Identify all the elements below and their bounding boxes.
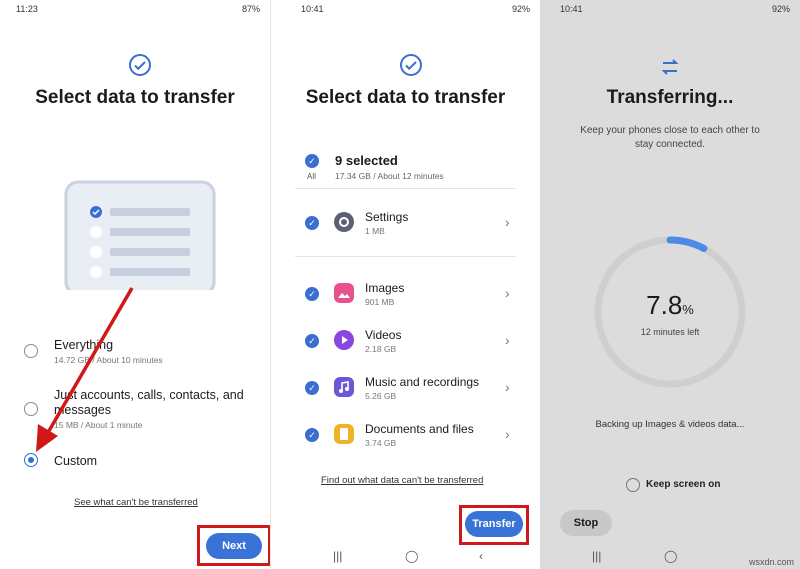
- videos-label[interactable]: Videos: [365, 328, 401, 342]
- transfer-illustration: [64, 180, 216, 296]
- videos-size: 2.18 GB: [365, 344, 397, 354]
- images-icon: [334, 283, 354, 303]
- keep-close-line-1: Keep your phones close to each other to: [580, 125, 760, 136]
- time-left: 12 minutes left: [640, 327, 700, 337]
- status-bar: 10:41 92%: [540, 3, 800, 17]
- document-icon: [334, 424, 354, 444]
- progress-percent-sign: %: [682, 302, 694, 317]
- chevron-right-icon[interactable]: ›: [505, 285, 510, 301]
- chevron-right-icon[interactable]: ›: [505, 332, 510, 348]
- settings-size: 1 MB: [365, 226, 385, 236]
- backing-up-status: Backing up Images & videos data...: [595, 419, 745, 430]
- documents-checkbox[interactable]: ✓: [305, 428, 319, 442]
- battery-level: 87%: [241, 4, 260, 14]
- images-checkbox[interactable]: ✓: [305, 287, 319, 301]
- transfer-arrows-icon: [658, 55, 682, 79]
- music-note-icon: [334, 377, 354, 397]
- recents-nav-icon[interactable]: |||: [592, 549, 601, 563]
- option-custom-label[interactable]: Custom: [54, 454, 97, 468]
- documents-label[interactable]: Documents and files: [365, 422, 474, 436]
- divider: [295, 188, 516, 189]
- chevron-right-icon[interactable]: ›: [505, 426, 510, 442]
- music-label[interactable]: Music and recordings: [365, 375, 479, 389]
- home-nav-icon[interactable]: ◯: [405, 549, 418, 563]
- chevron-right-icon[interactable]: ›: [505, 214, 510, 230]
- battery-level: 92%: [771, 4, 790, 14]
- status-time: 10:41: [560, 4, 583, 14]
- status-bar: 11:23 87%: [0, 3, 270, 17]
- documents-size: 3.74 GB: [365, 438, 397, 448]
- images-label[interactable]: Images: [365, 281, 404, 295]
- page-title: Select data to transfer: [35, 87, 235, 108]
- stop-button[interactable]: Stop: [560, 510, 612, 536]
- keep-screen-on-toggle[interactable]: [626, 478, 640, 492]
- music-checkbox[interactable]: ✓: [305, 381, 319, 395]
- screen-select-data-categories: 10:41 92% Select data to transfer ✓ All …: [270, 0, 540, 569]
- settings-gear-icon: [334, 212, 354, 232]
- check-circle-icon: [128, 53, 152, 77]
- page-title: Select data to transfer: [305, 87, 506, 108]
- settings-label[interactable]: Settings: [365, 210, 408, 224]
- status-bar: 10:41 92%: [271, 3, 540, 17]
- recents-nav-icon[interactable]: |||: [333, 549, 342, 563]
- keep-close-line-2: stay connected.: [634, 139, 706, 150]
- find-out-cant-transfer-link[interactable]: Find out what data can't be transferred: [321, 475, 483, 486]
- status-time: 10:41: [301, 4, 324, 14]
- videos-checkbox[interactable]: ✓: [305, 334, 319, 348]
- keep-close-message: Keep your phones close to each other to …: [540, 124, 800, 152]
- back-nav-icon[interactable]: ‹: [479, 549, 483, 563]
- status-time: 11:23: [16, 4, 38, 14]
- next-button[interactable]: Next: [206, 533, 262, 559]
- keep-screen-on-label[interactable]: Keep screen on: [646, 479, 720, 490]
- selected-count: 9 selected: [335, 153, 398, 168]
- radio-custom[interactable]: [24, 453, 38, 467]
- watermark: wsxdn.com: [748, 557, 794, 567]
- transfer-button[interactable]: Transfer: [465, 511, 523, 537]
- battery-level: 92%: [511, 4, 530, 14]
- screen-select-data-custom: 11:23 87% Select data to transfer Everyt…: [0, 0, 270, 569]
- settings-checkbox[interactable]: ✓: [305, 216, 319, 230]
- annotation-arrow: [30, 282, 140, 454]
- progress-percent: 7.8%: [540, 290, 800, 321]
- all-label: All: [307, 172, 316, 181]
- music-size: 5.26 GB: [365, 391, 397, 401]
- screen-transferring: 10:41 92% Transferring... Keep your phon…: [540, 0, 800, 569]
- selected-size: 17.34 GB / About 12 minutes: [335, 171, 444, 181]
- home-nav-icon[interactable]: ◯: [664, 549, 677, 563]
- see-cant-transfer-link[interactable]: See what can't be transferred: [74, 497, 198, 508]
- progress-percent-value: 7.8: [646, 290, 683, 320]
- select-all-checkbox[interactable]: ✓: [305, 154, 319, 168]
- videos-play-icon: [334, 330, 354, 350]
- page-title: Transferring...: [606, 87, 734, 108]
- chevron-right-icon[interactable]: ›: [505, 379, 510, 395]
- images-size: 901 MB: [365, 297, 395, 307]
- nav-bar: ||| ◯ ‹: [271, 549, 540, 565]
- divider: [295, 256, 516, 257]
- check-circle-icon: [399, 53, 423, 77]
